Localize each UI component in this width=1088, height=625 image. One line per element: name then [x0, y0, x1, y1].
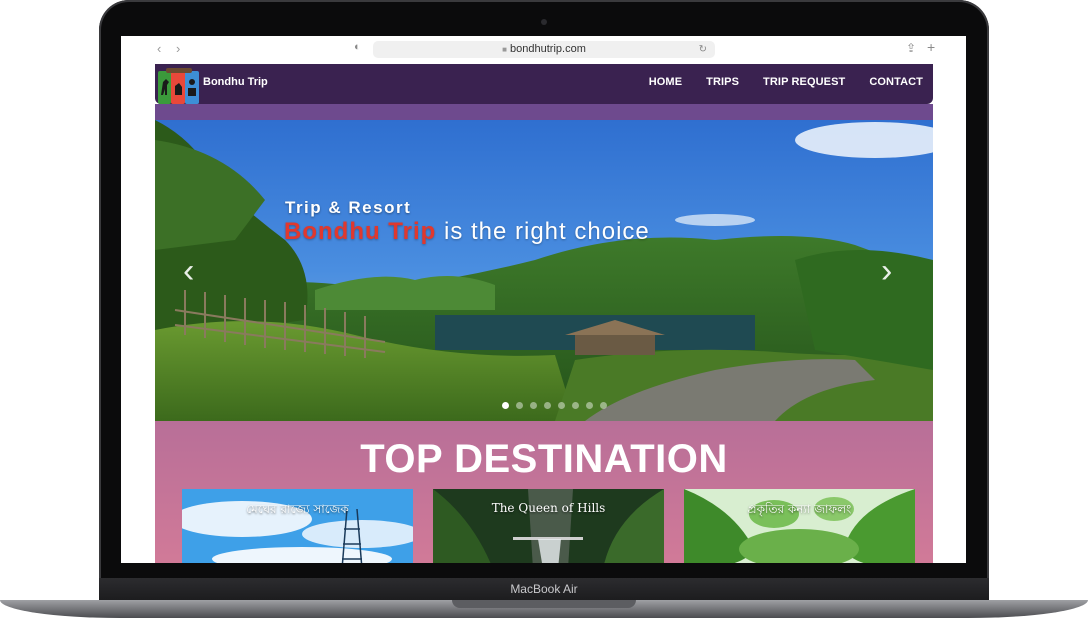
reload-icon[interactable]: ↻: [699, 41, 707, 58]
share-icon[interactable]: ⇪: [906, 41, 916, 55]
main-menu: HOME TRIPS TRIP REQUEST CONTACT: [649, 76, 923, 88]
carousel-next-icon[interactable]: ›: [881, 254, 892, 288]
destination-card[interactable]: মেঘের রাজ্যে সাজেক: [182, 489, 413, 563]
menu-item-home[interactable]: HOME: [649, 76, 682, 88]
navbar-strip: [155, 104, 933, 120]
camera-icon: [541, 19, 547, 25]
back-icon[interactable]: ‹: [157, 41, 161, 57]
new-tab-icon[interactable]: +: [927, 39, 935, 55]
carousel-indicator[interactable]: [558, 402, 565, 409]
carousel-indicator[interactable]: [600, 402, 607, 409]
carousel-prev-icon[interactable]: ‹: [183, 254, 194, 288]
destination-card-title: The Queen of Hills: [491, 501, 606, 515]
destination-card[interactable]: প্রকৃতির কন্যা জাফলং: [684, 489, 915, 563]
hero-tagline: Trip & Resort: [285, 198, 412, 217]
laptop-notch: [452, 600, 636, 608]
hero-carousel: Trip & Resort Bondhu Trip is the right c…: [155, 120, 933, 421]
carousel-indicator[interactable]: [502, 402, 509, 409]
address-bar[interactable]: ■ bondhutrip.com ↻: [373, 41, 715, 58]
menu-item-trip-request[interactable]: TRIP REQUEST: [763, 76, 845, 88]
site-navbar: Bondhu Trip HOME TRIPS TRIP REQUEST CONT…: [155, 64, 933, 104]
menu-item-trips[interactable]: TRIPS: [706, 76, 739, 88]
carousel-indicators: [502, 402, 607, 409]
section-title: TOP DESTINATION: [360, 437, 728, 481]
lock-icon: ■: [502, 45, 507, 54]
brand-logo[interactable]: [158, 68, 200, 104]
url-text: bondhutrip.com: [510, 43, 586, 55]
destination-card-title: মেঘের রাজ্যে সাজেক: [246, 502, 349, 516]
shield-icon[interactable]: ◐: [354, 41, 361, 53]
carousel-indicator[interactable]: [586, 402, 593, 409]
brand-name[interactable]: Bondhu Trip: [203, 76, 268, 88]
website: Bondhu Trip HOME TRIPS TRIP REQUEST CONT…: [155, 64, 933, 563]
forward-icon[interactable]: ›: [176, 41, 180, 57]
destination-card-title: প্রকৃতির কন্যা জাফলং: [747, 502, 852, 516]
top-destination-section: TOP DESTINATION মেঘের রাজ্যে সাজেক The Q…: [155, 421, 933, 563]
menu-item-contact[interactable]: CONTACT: [869, 76, 923, 88]
browser-toolbar: ‹ › ◐ ■ bondhutrip.com ↻ ⇪ +: [121, 36, 966, 63]
carousel-indicator[interactable]: [516, 402, 523, 409]
screen: ‹ › ◐ ■ bondhutrip.com ↻ ⇪ + Bondhu Trip: [121, 36, 966, 563]
hero-headline-accent: Bondhu Trip: [284, 218, 437, 245]
hero-headline-rest: is the right choice: [436, 218, 650, 245]
destination-card[interactable]: The Queen of Hills: [433, 489, 664, 563]
carousel-indicator[interactable]: [544, 402, 551, 409]
hero-image: [155, 120, 933, 421]
carousel-indicator[interactable]: [572, 402, 579, 409]
device-model-label: MacBook Air: [510, 582, 578, 596]
hero-headline: Bondhu Trip is the right choice: [284, 218, 650, 246]
carousel-indicator[interactable]: [530, 402, 537, 409]
